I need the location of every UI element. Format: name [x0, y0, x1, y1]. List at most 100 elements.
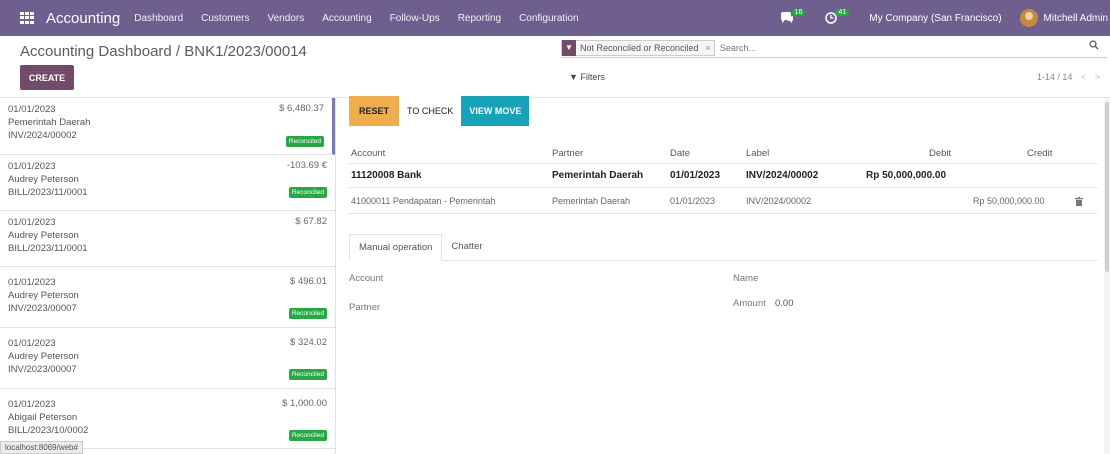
reset-button[interactable]: RESET — [349, 96, 400, 126]
col-credit: Credit — [1027, 148, 1053, 159]
card-partner: Abigail Peterson — [8, 412, 78, 423]
amount-field-value[interactable]: 0.00 — [775, 298, 794, 309]
menu-accounting[interactable]: Accounting — [322, 13, 371, 24]
card-partner: Audrey Peterson — [8, 174, 79, 185]
reconciled-badge: Reconciled — [288, 308, 327, 319]
name-field-label: Name — [733, 273, 759, 284]
search-bar: ▼ Not Reconciled or Reconciled × — [561, 38, 1107, 58]
pager-next-icon[interactable]: > — [1095, 72, 1100, 82]
menu-configuration[interactable]: Configuration — [519, 13, 578, 24]
reconciliation-panel: RESET TO CHECK VIEW MOVE Account Partner… — [337, 96, 1110, 454]
menu-dashboard[interactable]: Dashboard — [134, 13, 183, 24]
pager: 1-14 / 14 < > — [1037, 72, 1100, 82]
filter-icon: ▼ — [562, 39, 576, 56]
trash-icon[interactable] — [1075, 197, 1083, 206]
row-credit: Rp 50,000,000.00 — [973, 196, 1045, 206]
amount-field-label: Amount — [733, 298, 766, 309]
table-header: Account Partner Date Label Debit Credit — [349, 142, 1097, 164]
row-label: INV/2024/00002 — [746, 196, 812, 206]
filters-toggle[interactable]: ▼ Filters — [569, 72, 605, 82]
user-menu[interactable]: Mitchell Admin — [1044, 13, 1108, 24]
card-partner: Audrey Peterson — [8, 290, 79, 301]
messages-button[interactable]: 16 — [780, 8, 808, 24]
card-date: 01/01/2023 — [8, 338, 56, 349]
table-row[interactable]: 11120008 Bank Pemerintah Daerah 01/01/20… — [349, 164, 1097, 188]
activities-button[interactable]: 41 — [825, 8, 851, 24]
col-debit: Debit — [929, 148, 952, 159]
statement-card[interactable]: 01/01/2023 Abigail Peterson BILL/2023/10… — [0, 389, 335, 449]
card-date: 01/01/2023 — [8, 399, 56, 410]
col-date: Date — [670, 148, 691, 159]
row-account: 41000011 Pendapatan - Pemerintah — [351, 196, 496, 206]
menu-follow-ups[interactable]: Follow-Ups — [390, 13, 440, 24]
statement-card[interactable]: 01/01/2023 Audrey Peterson INV/2023/0000… — [0, 328, 335, 389]
card-amount: $ 6,480.37 — [279, 103, 324, 114]
scrollbar[interactable] — [1104, 98, 1110, 454]
statement-card[interactable]: 01/01/2023 Audrey Peterson BILL/2023/11/… — [0, 211, 335, 267]
row-partner: Pemerintah Daerah — [552, 196, 631, 206]
row-account: 11120008 Bank — [351, 170, 422, 181]
partner-field-label: Partner — [349, 302, 381, 313]
col-partner: Partner — [552, 148, 584, 159]
card-date: 01/01/2023 — [8, 277, 56, 288]
notebook-tabs: Manual operation Chatter — [349, 233, 1097, 261]
reconciled-badge: Reconciled — [288, 369, 327, 380]
row-debit: Rp 50,000,000.00 — [866, 170, 947, 181]
control-panel: Accounting Dashboard / BNK1/2023/00014 C… — [0, 36, 1110, 98]
breadcrumb[interactable]: Accounting Dashboard / BNK1/2023/00014 — [20, 43, 307, 60]
search-icon[interactable] — [1089, 40, 1099, 50]
pager-value[interactable]: 1-14 / 14 — [1037, 72, 1073, 82]
reconciled-badge: Reconciled — [285, 136, 324, 147]
tab-manual-operation[interactable]: Manual operation — [349, 234, 443, 261]
card-date: 01/01/2023 — [8, 217, 56, 228]
action-buttons: RESET TO CHECK VIEW MOVE — [349, 96, 530, 126]
filters-label: Filters — [580, 72, 605, 82]
activities-count-badge: 41 — [835, 8, 850, 16]
card-amount: $ 67.82 — [295, 216, 327, 227]
card-date: 01/01/2023 — [8, 161, 56, 172]
menu-customers[interactable]: Customers — [201, 13, 249, 24]
row-label: INV/2024/00002 — [746, 170, 819, 181]
filter-facet: ▼ Not Reconciled or Reconciled × — [561, 39, 715, 56]
menu-vendors[interactable]: Vendors — [268, 13, 305, 24]
scrollbar-thumb[interactable] — [1105, 102, 1109, 272]
facet-remove-icon[interactable]: × — [703, 43, 714, 53]
row-partner: Pemerintah Daerah — [552, 170, 644, 181]
card-amount: $ 496.01 — [290, 276, 327, 287]
to-check-button[interactable]: TO CHECK — [399, 96, 462, 126]
card-ref: INV/2023/00007 — [8, 364, 77, 375]
journal-lines-table: Account Partner Date Label Debit Credit … — [349, 142, 1097, 214]
search-input[interactable] — [719, 42, 1107, 53]
app-title[interactable]: Accounting — [46, 10, 120, 27]
account-field-label: Account — [349, 273, 384, 284]
table-row[interactable]: 41000011 Pendapatan - Pemerintah Pemerin… — [349, 188, 1097, 214]
view-move-button[interactable]: VIEW MOVE — [461, 96, 530, 126]
card-amount: $ 324.02 — [290, 337, 327, 348]
col-account: Account — [351, 148, 386, 159]
funnel-icon: ▼ — [569, 72, 578, 82]
statement-card[interactable]: 01/01/2023 Audrey Peterson INV/2023/0000… — [0, 267, 335, 328]
row-date: 01/01/2023 — [670, 170, 721, 181]
statement-card-selected[interactable]: 01/01/2023 Pemerintah Daerah INV/2024/00… — [0, 98, 335, 155]
create-button[interactable]: CREATE — [20, 65, 74, 90]
card-ref: BILL/2023/11/0001 — [8, 243, 88, 254]
facet-label: Not Reconciled or Reconciled — [580, 42, 699, 53]
col-label: Label — [746, 148, 770, 159]
statement-line-list: 01/01/2023 Pemerintah Daerah INV/2024/00… — [0, 98, 336, 454]
card-ref: INV/2023/00007 — [8, 303, 77, 314]
user-avatar[interactable] — [1019, 9, 1038, 27]
url-tooltip: localhost:8069/web# — [0, 441, 83, 454]
apps-menu-icon[interactable] — [20, 12, 34, 24]
statement-card[interactable]: 01/01/2023 Audrey Peterson BILL/2023/11/… — [0, 155, 335, 211]
card-ref: BILL/2023/11/0001 — [8, 187, 88, 198]
tab-chatter[interactable]: Chatter — [442, 233, 491, 260]
card-amount: $ 1,000.00 — [282, 398, 327, 409]
messages-count-badge: 16 — [791, 8, 806, 16]
pager-prev-icon[interactable]: < — [1081, 72, 1086, 82]
menu-reporting[interactable]: Reporting — [458, 13, 501, 24]
reconciled-badge: Reconciled — [288, 430, 327, 441]
company-switcher[interactable]: My Company (San Francisco) — [869, 13, 1001, 24]
reconciled-badge: Reconciled — [288, 187, 327, 198]
card-ref: INV/2024/00002 — [8, 130, 77, 141]
card-date: 01/01/2023 — [8, 104, 56, 115]
